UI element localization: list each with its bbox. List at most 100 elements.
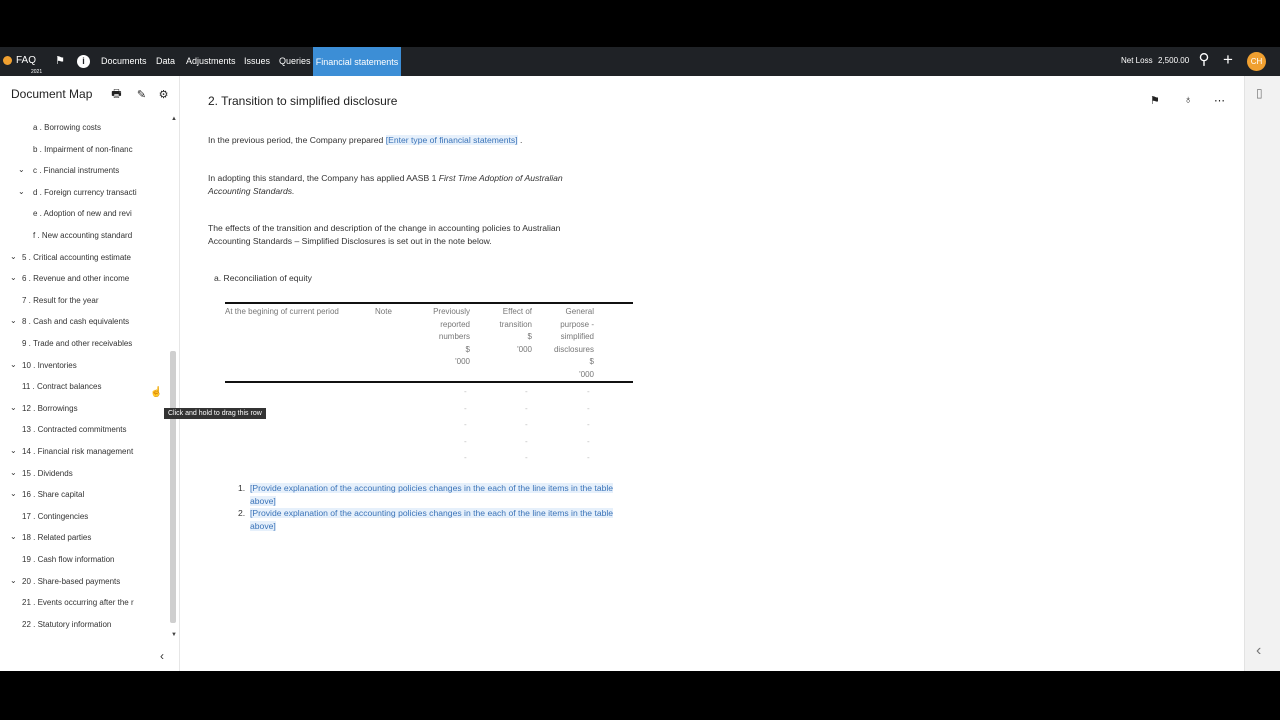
paragraph-2: In adopting this standard, the Company h…	[208, 172, 598, 197]
page-title: 2. Transition to simplified disclosure	[208, 94, 398, 108]
scrollbar-thumb[interactable]	[170, 351, 176, 623]
paragraph-1-end: .	[519, 135, 523, 145]
sidebar-tree-item[interactable]: 14 . Financial risk management	[22, 447, 140, 456]
table-cell-empty: -	[587, 420, 590, 429]
nav-data[interactable]: Data	[156, 56, 175, 66]
expand-chevron-icon[interactable]: ⌄	[10, 532, 17, 541]
avatar[interactable]: CH	[1247, 52, 1266, 71]
header-line: General	[565, 307, 594, 316]
nav-queries[interactable]: Queries	[279, 56, 311, 66]
sidebar-tree-item[interactable]: 6 . Revenue and other income	[22, 274, 140, 283]
expand-chevron-icon[interactable]: ⌄	[10, 489, 17, 498]
sidebar-tree-item[interactable]: 9 . Trade and other receivables	[22, 339, 140, 348]
nav-issues[interactable]: Issues	[244, 56, 270, 66]
list-item-number: 1.	[238, 483, 246, 493]
table-header-note: Note	[375, 307, 392, 316]
add-icon[interactable]: +	[1222, 51, 1234, 68]
sidebar-tree-item[interactable]: f . New accounting standard	[33, 231, 140, 240]
table-top-rule	[225, 302, 633, 304]
expand-chevron-icon[interactable]: ⌄	[10, 403, 17, 412]
list-item[interactable]: 1. [Provide explanation of the accountin…	[238, 482, 618, 507]
expand-chevron-icon[interactable]: ⌄	[18, 187, 25, 196]
faq-link[interactable]: FAQ	[16, 55, 36, 66]
sidebar-tree-item[interactable]: 13 . Contracted commitments	[22, 425, 140, 434]
expand-right-panel-icon[interactable]: ‹	[1256, 642, 1261, 660]
header-line: '000	[517, 344, 532, 354]
header-line: '000	[579, 369, 594, 379]
edit-icon[interactable]: ✎	[135, 88, 148, 101]
print-icon[interactable]: 🖶	[110, 88, 123, 101]
header-line: '000	[455, 357, 470, 367]
flag-icon[interactable]: ⚑	[54, 55, 66, 67]
table-cell-empty: -	[587, 387, 590, 396]
nav-adjustments[interactable]: Adjustments	[186, 56, 236, 66]
sidebar-tree-item[interactable]: d . Foreign currency transacti	[33, 188, 140, 197]
settings-icon[interactable]: ⚙	[157, 88, 170, 101]
lightbulb-icon[interactable]: ♁	[1184, 94, 1192, 106]
scroll-down-icon[interactable]: ▼	[171, 632, 177, 638]
expand-chevron-icon[interactable]: ⌄	[10, 360, 17, 369]
sidebar-tree-item[interactable]: 19 . Cash flow information	[22, 555, 140, 564]
sidebar-tree-item[interactable]: 18 . Related parties	[22, 533, 140, 542]
info-icon[interactable]: i	[77, 55, 90, 68]
table-cell-empty: -	[525, 420, 528, 429]
header-line: $	[527, 332, 532, 342]
sidebar-tree-item[interactable]: 5 . Critical accounting estimate	[22, 253, 140, 262]
table-cell-empty: -	[525, 436, 528, 446]
search-icon[interactable]: ⚲	[1198, 52, 1210, 67]
scroll-up-icon[interactable]: ▲	[171, 116, 177, 122]
expand-chevron-icon[interactable]: ⌄	[10, 446, 17, 455]
flag-icon[interactable]: ⚑	[1150, 94, 1160, 107]
net-loss-value: 2,500.00	[1158, 56, 1190, 65]
list-item-placeholder[interactable]: [Provide explanation of the accounting p…	[250, 508, 614, 531]
sidebar-tree-item[interactable]: c . Financial instruments	[33, 166, 140, 175]
list-item[interactable]: 2. [Provide explanation of the accountin…	[238, 507, 618, 532]
expand-chevron-icon[interactable]: ⌄	[10, 252, 17, 261]
header-line: $	[589, 357, 594, 367]
table-cell-empty: -	[464, 387, 467, 396]
sidebar-tree-item[interactable]: 11 . Contract balances	[22, 382, 140, 391]
sidebar-tree-item[interactable]: a . Borrowing costs	[33, 123, 140, 132]
explanation-list: 1. [Provide explanation of the accountin…	[238, 482, 618, 532]
expand-chevron-icon[interactable]: ⌄	[10, 273, 17, 282]
header-line: transition	[499, 319, 532, 329]
sidebar-tree-item[interactable]: 12 . Borrowings	[22, 404, 140, 413]
nav-documents[interactable]: Documents	[101, 56, 147, 66]
header-line: disclosures	[553, 344, 594, 354]
sidebar-tree-item[interactable]: 16 . Share capital	[22, 490, 140, 499]
more-options-icon[interactable]: ⋯	[1214, 94, 1225, 107]
sidebar-tree-item[interactable]: b . Impairment of non-financ	[33, 145, 140, 154]
table-header-rule	[225, 381, 633, 383]
table-cell-empty: -	[587, 403, 590, 413]
sidebar-tree-item[interactable]: 15 . Dividends	[22, 469, 140, 478]
sidebar-tree-item[interactable]: 8 . Cash and cash equivalents	[22, 317, 140, 326]
expand-chevron-icon[interactable]: ⌄	[10, 468, 17, 477]
table-cell-empty: -	[525, 403, 528, 413]
expand-chevron-icon[interactable]: ⌄	[10, 316, 17, 325]
sidebar-tree-item[interactable]: 22 . Statutory information	[22, 620, 140, 629]
sidebar-tree-item[interactable]: 21 . Events occurring after the r	[22, 598, 140, 607]
list-item-placeholder[interactable]: [Provide explanation of the accounting p…	[250, 483, 614, 506]
financial-statements-type-placeholder[interactable]: [Enter type of financial statements]	[385, 135, 518, 145]
header-line: purpose -	[560, 319, 594, 329]
table-cell-empty: -	[587, 436, 590, 446]
header-line: $	[465, 344, 470, 354]
sidebar-tree-item[interactable]: 20 . Share-based payments	[22, 577, 140, 586]
app-window: FAQ 2021 ⚑ i Documents Data Adjustments …	[0, 47, 1280, 671]
table-cell-empty: -	[464, 453, 467, 462]
expand-chevron-icon[interactable]: ⌄	[18, 165, 25, 174]
sidebar-tree-item[interactable]: e . Adoption of new and revi	[33, 209, 140, 218]
table-header-general-purpose: General purpose - simplified disclosures…	[538, 306, 594, 382]
header-line: Previously	[433, 307, 470, 316]
logo-icon	[3, 56, 12, 65]
drag-handle-icon[interactable]: ☝	[150, 387, 162, 398]
document-map-title: Document Map	[11, 87, 93, 101]
table-cell-empty: -	[525, 453, 528, 462]
sidebar-tree-item[interactable]: 7 . Result for the year	[22, 296, 140, 305]
expand-chevron-icon[interactable]: ⌄	[10, 576, 17, 585]
collapse-sidebar-icon[interactable]: ‹	[160, 649, 164, 663]
nav-financial-statements[interactable]: Financial statements	[313, 47, 401, 76]
panel-toggle-icon[interactable]: ▯	[1256, 86, 1263, 100]
sidebar-tree-item[interactable]: 10 . Inventories	[22, 361, 140, 370]
sidebar-tree-item[interactable]: 17 . Contingencies	[22, 512, 140, 521]
